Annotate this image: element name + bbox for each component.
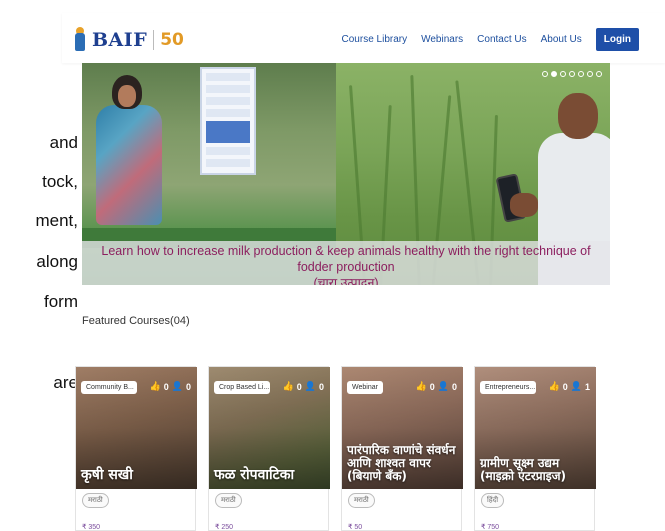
carousel-dot[interactable]	[569, 71, 575, 77]
login-button[interactable]: Login	[595, 27, 639, 51]
course-price: ₹ 350	[82, 524, 101, 531]
user-icon: 👤	[171, 381, 183, 391]
course-card[interactable]: Webinar 👍 0 👤 0 पारंपारिक वाणांचे संवर्धन …	[341, 366, 463, 531]
category-tag: Webinar	[347, 381, 383, 394]
carousel-dot[interactable]	[596, 71, 602, 77]
hero-caption: Learn how to increase milk production & …	[82, 243, 610, 285]
logo-text: BAIF	[92, 29, 148, 51]
carousel-indicators	[542, 71, 602, 77]
nav-course-library[interactable]: Course Library	[342, 34, 408, 45]
carousel-dot[interactable]	[578, 71, 584, 77]
like-count: 0	[429, 381, 435, 392]
user-icon: 👤	[570, 381, 582, 391]
category-tag: Community B...	[81, 381, 137, 394]
like-count: 0	[296, 381, 302, 392]
course-price: ₹ 250	[215, 524, 234, 531]
course-thumbnail: Community B... 👍 0 👤 0 कृषी सखी	[76, 367, 197, 489]
carousel-dot[interactable]	[560, 71, 566, 77]
thumbs-up-icon: 👍	[149, 381, 161, 391]
user-icon: 👤	[437, 381, 449, 391]
nav-about-us[interactable]: About Us	[541, 34, 582, 45]
thumbs-up-icon: 👍	[548, 381, 560, 391]
side-text-line: ment,	[35, 211, 78, 230]
language-badge: मराठी	[215, 493, 242, 508]
main-nav: Course Library Webinars Contact Us About…	[342, 27, 639, 51]
side-text-line: form	[44, 292, 78, 311]
category-tag: Crop Based Li...	[214, 381, 270, 394]
course-list: Community B... 👍 0 👤 0 कृषी सखी मराठी ₹ 35…	[75, 366, 665, 531]
like-count: 0	[163, 381, 169, 392]
course-stats: 👍 0 👤 0	[416, 381, 457, 392]
side-text-line: along	[36, 252, 78, 271]
like-count: 0	[562, 381, 568, 392]
category-tag: Entrepreneurs...	[480, 381, 536, 394]
language-badge: मराठी	[348, 493, 375, 508]
course-card[interactable]: Crop Based Li... 👍 0 👤 0 फळ रोपवाटिका मराठ…	[208, 366, 330, 531]
user-count: 1	[584, 381, 590, 392]
featured-courses-heading: Featured Courses(04)	[82, 315, 190, 327]
course-stats: 👍 0 👤 0	[283, 381, 324, 392]
side-text-line: tock,	[42, 172, 78, 191]
course-title: पारंपारिक वाणांचे संवर्धन आणि शाश्वत वाप…	[347, 443, 456, 483]
language-badge: हिंदी	[481, 493, 505, 508]
logo-divider	[153, 30, 155, 50]
woman-figure	[96, 75, 166, 225]
language-badge: मराठी	[82, 493, 109, 508]
baif-logo[interactable]: BAIF 50	[74, 27, 184, 53]
course-thumbnail: Crop Based Li... 👍 0 👤 0 फळ रोपवाटिका	[209, 367, 330, 489]
course-stats: 👍 0 👤 1	[549, 381, 590, 392]
carousel-dot[interactable]	[542, 71, 548, 77]
side-text-line: and	[49, 133, 78, 152]
baif-emblem-icon	[74, 27, 86, 53]
nav-webinars[interactable]: Webinars	[421, 34, 463, 45]
course-thumbnail: Entrepreneurs... 👍 0 👤 1 ग्रामीण सूक्ष्म उ…	[475, 367, 596, 489]
course-thumbnail: Webinar 👍 0 👤 0 पारंपारिक वाणांचे संवर्धन …	[342, 367, 463, 489]
course-stats: 👍 0 👤 0	[150, 381, 191, 392]
user-count: 0	[185, 381, 191, 392]
thumbs-up-icon: 👍	[282, 381, 294, 391]
course-title: फळ रोपवाटिका	[214, 467, 295, 483]
site-header: BAIF 50 Course Library Webinars Contact …	[62, 13, 665, 63]
carousel-dot[interactable]	[551, 71, 557, 77]
course-price: ₹ 50	[348, 524, 363, 531]
hero-carousel[interactable]: Learn how to increase milk production & …	[82, 63, 610, 285]
info-poster	[200, 67, 256, 175]
nav-contact-us[interactable]: Contact Us	[477, 34, 526, 45]
user-icon: 👤	[304, 381, 316, 391]
hero-caption-line: Learn how to increase milk production & …	[101, 244, 591, 274]
hero-caption-line: (चारा उत्पादन)	[313, 276, 379, 285]
course-card[interactable]: Entrepreneurs... 👍 0 👤 1 ग्रामीण सूक्ष्म उ…	[474, 366, 596, 531]
background-document-text: and tock, ment, along form are	[0, 0, 78, 531]
course-price: ₹ 750	[481, 524, 500, 531]
anniversary-badge: 50	[160, 30, 184, 50]
course-title: कृषी सखी	[81, 467, 133, 483]
course-card[interactable]: Community B... 👍 0 👤 0 कृषी सखी मराठी ₹ 35…	[75, 366, 197, 531]
course-title: ग्रामीण सूक्ष्म उद्यम (माइक्रो एंटरप्राइ…	[480, 456, 566, 483]
thumbs-up-icon: 👍	[415, 381, 427, 391]
carousel-dot[interactable]	[587, 71, 593, 77]
user-count: 0	[451, 381, 457, 392]
user-count: 0	[318, 381, 324, 392]
